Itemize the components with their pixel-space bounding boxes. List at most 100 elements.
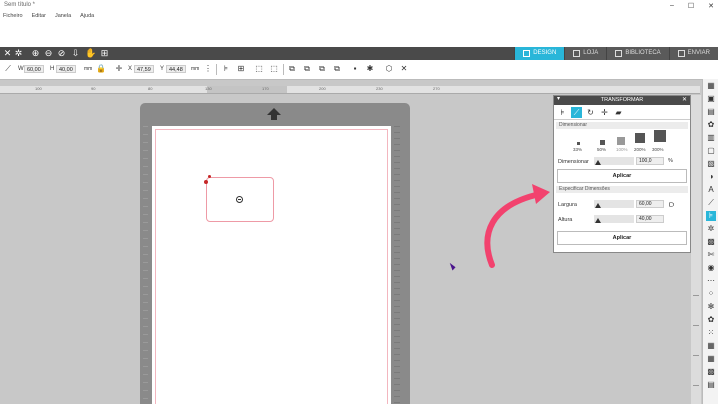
height-field[interactable]: 40,00	[56, 65, 76, 73]
close-window-button[interactable]: ✕	[708, 2, 714, 10]
width-label: Largura	[558, 202, 577, 208]
arrange-forward-icon[interactable]: ⧉	[302, 64, 312, 74]
scale-300-icon[interactable]	[654, 130, 666, 142]
modify-icon[interactable]: ▩	[706, 237, 716, 247]
pixscan-icon[interactable]: ✻	[706, 302, 716, 312]
menu-edit[interactable]: Editar	[32, 13, 46, 19]
scale-option-label: 50%	[597, 147, 607, 152]
align-center-icon[interactable]: ⊞	[236, 64, 246, 74]
grid-panel-icon[interactable]: ▦	[706, 354, 716, 364]
tab-design[interactable]: DESIGN	[514, 47, 565, 60]
width-input[interactable]: 60,00	[636, 200, 664, 208]
page-setup-icon[interactable]: ▦	[706, 81, 716, 91]
width-slider-thumb[interactable]	[595, 203, 601, 208]
grid-snap-icon[interactable]: ⋮	[203, 64, 213, 74]
text-icon[interactable]: A	[706, 185, 716, 195]
apply-dimensions-button[interactable]: Aplicar	[557, 231, 687, 245]
arrange-back-icon[interactable]: ⧉	[332, 64, 342, 74]
scale-label: Dimensionar	[558, 159, 589, 165]
store-panel-icon[interactable]: ✿	[706, 120, 716, 130]
align-tab-icon[interactable]: ⊧	[557, 107, 568, 118]
zoom-in-icon[interactable]: ⊕	[30, 48, 41, 59]
tab-send[interactable]: ENVIAR	[668, 47, 718, 60]
scale-input[interactable]: 100,0	[636, 157, 664, 165]
feed-arrow-icon	[267, 108, 281, 115]
y-field[interactable]: 44,48	[166, 65, 186, 73]
width-label: W	[18, 66, 24, 72]
scale-33-icon[interactable]	[577, 142, 580, 145]
group-icon[interactable]: ⬚	[254, 64, 264, 74]
shape-center-icon[interactable]	[236, 196, 243, 203]
scale-slider-thumb[interactable]	[595, 160, 601, 165]
cube-icon[interactable]: ⬡	[384, 64, 394, 74]
move-down-icon[interactable]: ⇩	[70, 48, 81, 59]
line-style-icon[interactable]: ⟋	[706, 198, 716, 208]
mat-ruler-right	[394, 126, 400, 404]
rotate-tab-icon[interactable]: ↻	[585, 107, 596, 118]
menu-window[interactable]: Janela	[55, 13, 71, 19]
fit-page-icon[interactable]: ⊞	[99, 48, 110, 59]
height-input[interactable]: 40,00	[636, 215, 664, 223]
contrast-icon[interactable]: ◑	[706, 172, 716, 182]
layers-icon[interactable]: ⋯	[706, 276, 716, 286]
zoom-select-icon[interactable]: ⊘	[56, 48, 67, 59]
library-panel-icon[interactable]: ▤	[706, 107, 716, 117]
scale-100-icon[interactable]	[617, 137, 625, 145]
weld-icon[interactable]: ▩	[706, 367, 716, 377]
replicate-icon[interactable]: ▪	[350, 64, 360, 74]
scale-50-icon[interactable]	[600, 140, 605, 145]
lock-icon[interactable]: 🔒	[96, 64, 106, 74]
tab-library[interactable]: BIBLIOTECA	[606, 47, 669, 60]
fill-icon[interactable]: ▧	[706, 159, 716, 169]
arrange-front-icon[interactable]: ⧉	[287, 64, 297, 74]
hand-pan-icon[interactable]: ✋	[85, 48, 96, 59]
height-slider-thumb[interactable]	[595, 218, 601, 223]
print-cut-icon[interactable]: ▥	[706, 133, 716, 143]
mat-ruler-left	[143, 126, 148, 404]
scale-tab-icon[interactable]: ⟋	[571, 107, 582, 118]
zoom-out-icon[interactable]: ⊖	[43, 48, 54, 59]
sketch-icon[interactable]: ✿	[706, 315, 716, 325]
transform-panel-icon[interactable]: ⊧	[706, 211, 716, 221]
tab-store[interactable]: LOJA	[564, 47, 607, 60]
close-doc-icon[interactable]: ✕	[2, 48, 13, 59]
align-left-icon[interactable]: ⊧	[221, 64, 231, 74]
trace-icon[interactable]: ◉	[706, 263, 716, 273]
minimize-button[interactable]: –	[670, 2, 674, 9]
line-tool-icon[interactable]: ⟋	[3, 64, 13, 74]
dimension-section-header: Especificar Dimensões	[556, 186, 688, 193]
menu-help[interactable]: Ajuda	[80, 13, 94, 19]
shear-tab-icon[interactable]: ▰	[613, 107, 624, 118]
scroll-tick	[693, 385, 699, 386]
maximize-button[interactable]: ☐	[688, 2, 694, 10]
move-tab-icon[interactable]: ✛	[599, 107, 610, 118]
dots-icon[interactable]: ⁘	[706, 289, 716, 299]
x-field[interactable]: 47,59	[134, 65, 154, 73]
panel-close-icon[interactable]: ✕	[682, 96, 687, 105]
cut-settings-icon[interactable]: ▣	[706, 94, 716, 104]
offset-icon[interactable]: ▢	[706, 146, 716, 156]
map-icon[interactable]: ▤	[706, 380, 716, 390]
separator	[283, 64, 284, 75]
menu-file[interactable]: Ficheiro	[3, 13, 23, 19]
apply-scale-button[interactable]: Aplicar	[557, 169, 687, 183]
shape-handle[interactable]	[208, 175, 211, 178]
ungroup-icon[interactable]: ⬚	[269, 64, 279, 74]
link-dimensions-icon[interactable]: ⫐	[669, 199, 674, 210]
shape-handle[interactable]	[204, 180, 208, 184]
registration-icon[interactable]: ▦	[706, 341, 716, 351]
knife-icon[interactable]: ✄	[706, 250, 716, 260]
scale-200-icon[interactable]	[635, 133, 645, 143]
settings-icon[interactable]: ✲	[13, 48, 24, 59]
panel-collapse-icon[interactable]: ▾	[557, 95, 560, 104]
arrange-backward-icon[interactable]: ⧉	[317, 64, 327, 74]
vertical-scrollbar[interactable]	[691, 95, 701, 404]
stipple-icon[interactable]: ⁙	[706, 328, 716, 338]
move-cross-icon[interactable]: ✛	[114, 64, 124, 74]
replicate-panel-icon[interactable]: ✲	[706, 224, 716, 234]
ruler-tick: 100	[35, 86, 42, 91]
width-field[interactable]: 60,00	[24, 65, 44, 73]
transform-tabs: ⊧ ⟋ ↻ ✛ ▰	[554, 105, 690, 120]
delete-icon[interactable]: ✕	[399, 64, 409, 74]
star-icon[interactable]: ✱	[365, 64, 375, 74]
